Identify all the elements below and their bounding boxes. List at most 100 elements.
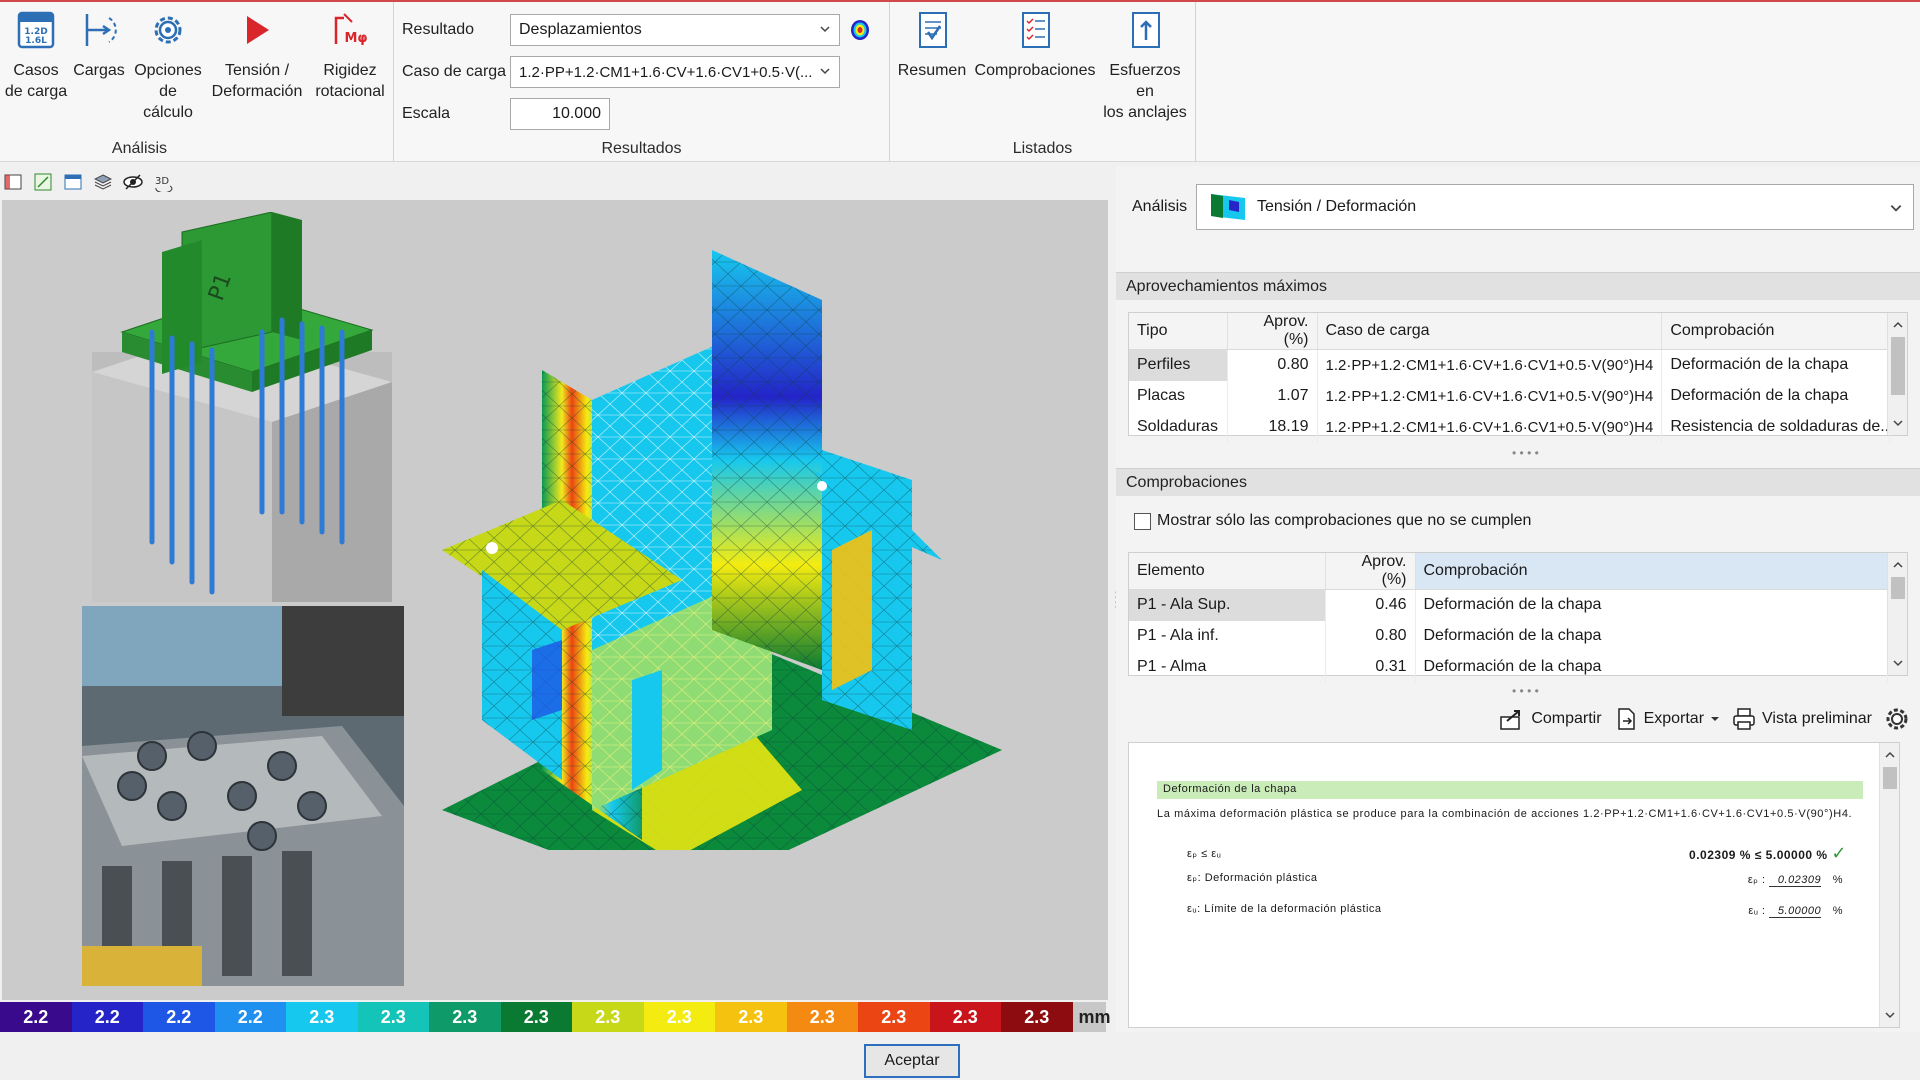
color-scale-legend: 2.2 2.2 2.2 2.2 2.3 2.3 2.3 2.3 2.3 2.3 … [0, 1002, 1111, 1032]
scroll-down-icon[interactable] [1884, 1009, 1896, 1021]
section-resize-handle[interactable]: • • • • [1512, 446, 1539, 460]
print-preview-button[interactable]: Vista preliminar [1732, 707, 1872, 731]
load-case-label: Caso de carga [402, 63, 507, 80]
export-label: Exportar [1643, 710, 1705, 727]
results-group-label: Resultados [601, 140, 682, 157]
anchor-forces-button[interactable]: Esfuerzos en los anclajes [1100, 8, 1190, 123]
col-check[interactable]: Comprobación [1415, 553, 1888, 590]
legend-cell: 2.2 [214, 1002, 286, 1032]
col-check[interactable]: Comprobación [1661, 313, 1891, 350]
print-preview-label: Vista preliminar [1762, 710, 1872, 727]
checklist-report-icon [1013, 8, 1057, 52]
cell-utilization: 0.80 [1227, 349, 1318, 381]
result-label: Resultado [402, 21, 475, 38]
accept-button[interactable]: Aceptar [864, 1044, 960, 1078]
col-utilization[interactable]: Aprov. (%) [1227, 313, 1318, 350]
scale-label: Escala [402, 105, 451, 122]
settings-gear-icon[interactable] [1884, 706, 1910, 732]
analysis-type-label: Análisis [1132, 198, 1188, 215]
color-map-icon[interactable] [850, 19, 870, 41]
legend-cell: 2.3 [1001, 1002, 1073, 1032]
share-icon [1500, 710, 1521, 730]
check-mark-icon: ✓ [1831, 843, 1847, 863]
loads-button[interactable]: Cargas [72, 8, 126, 81]
table-row[interactable]: Placas 1.07 1.2·PP+1.2·CM1+1.6·CV+1.6·CV… [1129, 380, 1891, 412]
section-resize-handle[interactable]: • • • • [1512, 684, 1539, 698]
table-row[interactable]: P1 - Ala Sup. 0.46 Deformación de la cha… [1129, 589, 1888, 621]
anchor-forces-report-icon [1123, 8, 1167, 52]
table-row[interactable]: P1 - Alma 0.31 Deformación de la chapa [1129, 651, 1888, 683]
3d-viewport[interactable]: P1 [2, 200, 1108, 1000]
view-layers-icon[interactable] [92, 171, 114, 193]
cell-check: Deformación de la chapa [1661, 380, 1891, 412]
scroll-up-icon[interactable] [1884, 749, 1896, 761]
checks-report-button[interactable]: Comprobaciones [972, 8, 1098, 81]
table-row[interactable]: P1 - Ala inf. 0.80 Deformación de la cha… [1129, 620, 1888, 652]
table-header-row: Tipo Aprov. (%) Caso de carga Comprobaci… [1129, 313, 1891, 350]
report-eps-p-value: 0.02309 [1769, 874, 1822, 887]
analysis-type-value: Tensión / Deformación [1257, 198, 1417, 215]
vertical-scrollbar[interactable] [1879, 743, 1899, 1027]
vertical-scrollbar[interactable] [1887, 313, 1907, 435]
rotational-stiffness-button[interactable]: Mφ Rigidez rotacional [312, 8, 388, 102]
share-label: Compartir [1531, 710, 1602, 727]
analysis-group: 1.2D 1.6L Casos de carga Cargas Opciones … [0, 2, 394, 162]
scroll-up-icon[interactable] [1892, 319, 1904, 331]
report-eps-u-symbol: εᵤ : [1748, 905, 1766, 917]
scroll-up-icon[interactable] [1892, 559, 1904, 571]
load-case-select[interactable]: 1.2·PP+1.2·CM1+1.6·CV+1.6·CV1+0.5·V(... [510, 56, 840, 88]
scroll-down-icon[interactable] [1892, 417, 1904, 429]
calc-options-button[interactable]: Opciones de cálculo [132, 8, 204, 123]
analysis-type-select[interactable]: Tensión / Deformación [1196, 184, 1914, 230]
col-utilization[interactable]: Aprov. (%) [1325, 553, 1416, 590]
only-failing-checkbox[interactable] [1134, 512, 1151, 530]
view-3d-icon[interactable]: 3D [152, 171, 174, 193]
scroll-thumb[interactable] [1883, 767, 1897, 789]
play-icon [235, 8, 279, 52]
share-button[interactable]: Compartir [1499, 707, 1602, 731]
scroll-thumb[interactable] [1891, 577, 1905, 599]
report-actions: Compartir Exportar Vista preliminar [1499, 706, 1910, 732]
dialog-footer: Aceptar [0, 1034, 1920, 1080]
report-result: 0.02309 % ≤ 5.00000 % ✓ [1689, 843, 1847, 864]
col-load-case[interactable]: Caso de carga [1317, 313, 1663, 350]
legend-cell: 2.3 [643, 1002, 715, 1032]
only-failing-label: Mostrar sólo las comprobaciones que no s… [1157, 512, 1532, 529]
vertical-scrollbar[interactable] [1887, 553, 1907, 675]
table-row[interactable]: Perfiles 0.80 1.2·PP+1.2·CM1+1.6·CV+1.6·… [1129, 349, 1891, 381]
result-select[interactable]: Desplazamientos [510, 14, 840, 46]
chevron-down-icon [1890, 205, 1902, 212]
scroll-thumb[interactable] [1891, 337, 1905, 395]
load-cases-button[interactable]: 1.2D 1.6L Casos de carga [4, 8, 68, 102]
view-visibility-icon[interactable] [122, 171, 144, 193]
cell-check: Resistencia de soldaduras de... [1661, 411, 1891, 443]
scroll-down-icon[interactable] [1892, 657, 1904, 669]
rotational-stiffness-label: Rigidez rotacional [315, 62, 385, 100]
load-cases-label: Casos de carga [4, 62, 68, 100]
results-side-panel: Análisis Tensión / Deformación Aprovecha… [1116, 166, 1920, 1032]
fem-stress-contour-model [442, 250, 1002, 850]
legend-unit: mm [1078, 1006, 1111, 1027]
loads-label: Cargas [73, 62, 125, 79]
table-row[interactable]: Soldaduras 18.19 1.2·PP+1.2·CM1+1.6·CV+1… [1129, 411, 1891, 443]
cell-check: Deformación de la chapa [1415, 651, 1888, 683]
legend-cell: 2.3 [572, 1002, 644, 1032]
view-split-icon[interactable] [2, 171, 24, 193]
scale-input[interactable]: 10.000 [510, 98, 610, 130]
stress-deformation-button[interactable]: Tensión / Deformación [210, 8, 304, 102]
export-button[interactable]: Exportar [1614, 707, 1720, 731]
legend-cell: 2.3 [500, 1002, 572, 1032]
legend-cell: 2.3 [858, 1002, 930, 1032]
legend-cell: 2.3 [357, 1002, 429, 1032]
col-element[interactable]: Elemento [1129, 553, 1326, 590]
view-zoom-icon[interactable] [32, 171, 54, 193]
summary-button[interactable]: Resumen [896, 8, 968, 81]
col-type[interactable]: Tipo [1129, 313, 1228, 350]
cell-check: Deformación de la chapa [1415, 620, 1888, 652]
max-utilization-header: Aprovechamientos máximos [1116, 272, 1920, 300]
cell-load-case: 1.2·PP+1.2·CM1+1.6·CV+1.6·CV1+0.5·V(90°)… [1317, 349, 1663, 381]
cell-element: P1 - Alma [1129, 651, 1326, 683]
loads-icon [77, 8, 121, 52]
view-window-icon[interactable] [62, 171, 84, 193]
legend-cell: 2.2 [71, 1002, 143, 1032]
